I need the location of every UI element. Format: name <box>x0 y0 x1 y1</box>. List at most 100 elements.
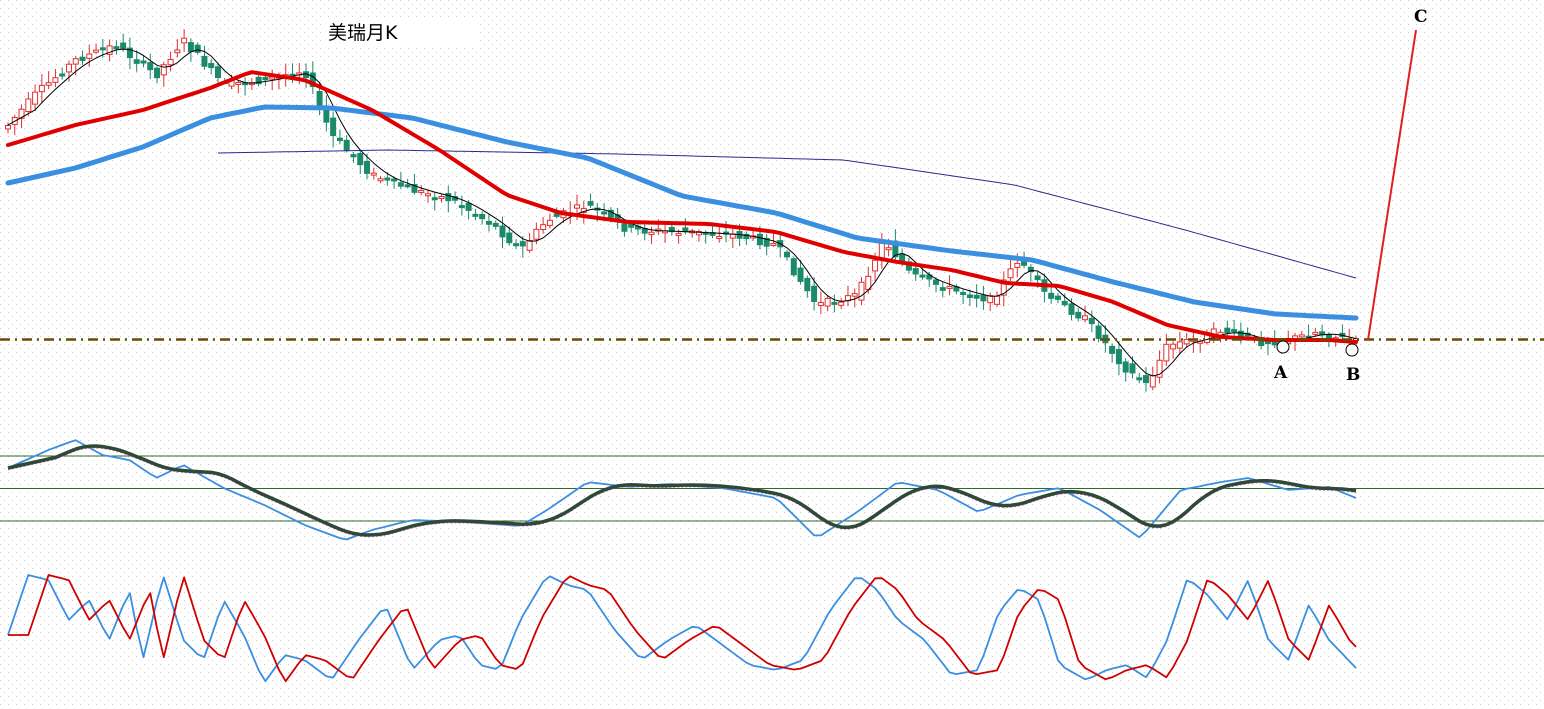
candle-body <box>404 184 411 188</box>
candle-body <box>621 223 628 232</box>
candle-body <box>1298 334 1305 338</box>
candle-body <box>770 242 777 246</box>
candle-body <box>1007 268 1014 279</box>
chart-area: A B C 美瑞月K <box>0 0 1544 705</box>
candle-body <box>574 204 581 209</box>
candle-body <box>824 297 831 307</box>
candle-body <box>1237 330 1244 337</box>
candle-body <box>601 211 608 215</box>
annotation-label-b: B <box>1346 365 1360 385</box>
candle-body <box>214 66 221 79</box>
candle-body <box>966 294 973 298</box>
candle-body <box>648 231 655 236</box>
candle-body <box>133 59 140 64</box>
candle-body <box>167 58 174 66</box>
candle-body <box>1115 349 1122 365</box>
candle-body <box>25 98 32 112</box>
candle-body <box>65 63 72 73</box>
candle-body <box>201 55 208 67</box>
candle-body <box>519 241 526 247</box>
candle-body <box>93 49 100 53</box>
candle-body <box>513 243 520 247</box>
candle-body <box>1170 343 1177 350</box>
candle-body <box>858 281 865 301</box>
candle-body <box>418 189 425 193</box>
candle-body <box>506 232 513 244</box>
point-b-marker <box>1345 343 1359 357</box>
candle-body <box>1082 315 1089 321</box>
candle-body <box>38 84 45 93</box>
candle-body <box>919 274 926 278</box>
candle-body <box>804 277 811 292</box>
candle-body <box>120 42 127 49</box>
candle-body <box>675 232 682 236</box>
candle-body <box>79 56 86 61</box>
candle-body <box>973 294 980 299</box>
candle-body <box>479 214 486 220</box>
candle-body <box>86 53 93 59</box>
candle-body <box>458 205 465 209</box>
annotation-label-a: A <box>1273 363 1288 383</box>
candle-body <box>181 37 188 44</box>
candle-body <box>370 172 377 176</box>
chart-canvas: A B C <box>0 0 1544 705</box>
point-a-marker <box>1276 340 1290 354</box>
candle-body <box>946 285 953 289</box>
candle-body <box>397 182 404 187</box>
candle-body <box>330 117 337 137</box>
candle-body <box>1068 303 1075 315</box>
candle-body <box>235 82 242 86</box>
candle-body <box>99 47 106 51</box>
candle-body <box>540 224 547 230</box>
candle-body <box>817 301 824 306</box>
candle-body <box>424 193 431 197</box>
candle-body <box>72 58 79 65</box>
candle-body <box>1088 317 1095 325</box>
candle-body <box>797 267 804 282</box>
candle-body <box>533 228 540 240</box>
chart-title: 美瑞月K <box>322 18 477 48</box>
candle-body <box>756 233 763 246</box>
candle-body <box>140 60 147 64</box>
candle-body <box>1129 363 1136 374</box>
candle-body <box>1034 275 1041 281</box>
chart-grid <box>0 0 1544 705</box>
candle-body <box>1075 311 1082 319</box>
candle-body <box>357 153 364 166</box>
candle-body <box>729 233 736 239</box>
candle-body <box>1095 325 1102 339</box>
candle-body <box>1122 361 1129 373</box>
candle-body <box>912 268 919 275</box>
candle-body <box>364 160 371 174</box>
candle-body <box>32 91 39 105</box>
candle-body <box>384 177 391 181</box>
candle-body <box>872 259 879 272</box>
candle-body <box>1149 375 1156 388</box>
candle-body <box>316 90 323 106</box>
candle-body <box>1048 292 1055 299</box>
candle-body <box>790 258 797 276</box>
candle-body <box>438 195 445 200</box>
candle-body <box>1109 345 1116 354</box>
candle-body <box>811 285 818 302</box>
candle-body <box>187 42 194 52</box>
candle-body <box>851 293 858 297</box>
candle-body <box>838 301 845 306</box>
candle-body <box>1231 329 1238 333</box>
annotation-label-c: C <box>1414 7 1428 27</box>
candle-body <box>1163 343 1170 362</box>
candle-body <box>391 178 398 182</box>
candle-body <box>472 213 479 217</box>
candle-body <box>1143 375 1150 384</box>
candle-body <box>933 279 940 285</box>
candle-body <box>208 63 215 69</box>
candle-body <box>546 219 553 226</box>
candle-body <box>716 235 723 239</box>
candle-body <box>431 197 438 201</box>
candle-body <box>377 178 384 182</box>
candle-body <box>1224 327 1231 334</box>
candle-body <box>587 201 594 206</box>
candle-body <box>1054 295 1061 300</box>
candle-body <box>492 222 499 227</box>
candle-body <box>45 82 52 86</box>
